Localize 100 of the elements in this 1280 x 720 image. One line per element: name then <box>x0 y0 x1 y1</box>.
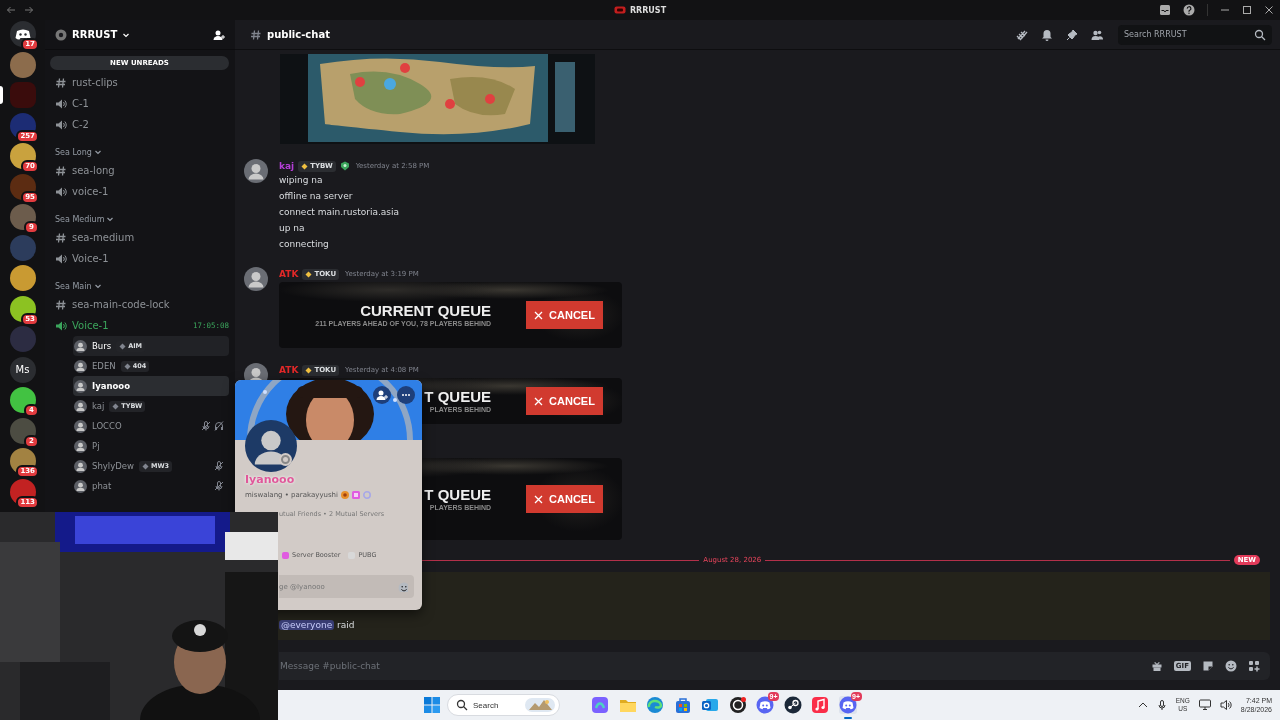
server-icon[interactable] <box>9 204 36 230</box>
user-name: Pj <box>92 441 100 451</box>
search-label: Search <box>473 700 499 710</box>
server-icon[interactable] <box>9 112 36 139</box>
maximize-icon <box>1242 5 1252 15</box>
channel-item[interactable]: Voice-1 <box>55 319 109 332</box>
channel-title: public-chat <box>267 29 330 40</box>
voice-user[interactable]: LOCCO <box>73 416 229 436</box>
hash-icon <box>55 76 67 89</box>
user-name: EDEN <box>92 361 116 371</box>
square-badge-icon <box>352 491 360 499</box>
add-person-icon <box>376 389 388 401</box>
server-icon[interactable] <box>9 417 36 444</box>
diamond-icon <box>141 462 149 470</box>
speaker-icon <box>55 319 67 332</box>
author-name[interactable]: ATK <box>279 269 299 279</box>
diamond-icon <box>301 162 309 170</box>
server-icon[interactable] <box>9 448 36 474</box>
sticker-icon <box>1202 660 1214 672</box>
queue-title: T QUEUE <box>424 485 491 503</box>
server-button[interactable]: Ms <box>9 356 36 383</box>
message-text: @everyone raid <box>279 619 355 632</box>
channel-item[interactable]: voice-1 <box>55 185 109 198</box>
channel-item[interactable]: C-1 <box>55 97 89 110</box>
server-icon[interactable] <box>9 173 36 200</box>
server-icon[interactable] <box>9 295 36 322</box>
category-header[interactable]: Sea Medium <box>55 212 115 226</box>
author-name[interactable]: ATK <box>279 365 299 375</box>
speaker-icon <box>55 97 67 110</box>
queue-title: T QUEUE <box>424 387 491 405</box>
channel-item[interactable]: rust-clips <box>55 76 118 89</box>
gear-icon <box>55 28 67 41</box>
taskbar-app-button[interactable] <box>728 696 747 714</box>
music-note-icon <box>811 696 829 714</box>
swirl-icon <box>591 696 609 714</box>
monitor-icon <box>1198 699 1211 711</box>
hash-icon <box>55 164 67 177</box>
user-name: phat <box>92 481 112 491</box>
add-person-icon <box>213 28 225 41</box>
voice-user[interactable]: phat <box>73 476 229 496</box>
user-name: kaj <box>92 401 105 411</box>
inbox-icon <box>1159 4 1171 16</box>
apps-icon <box>1248 660 1260 672</box>
search-icon <box>1254 28 1266 41</box>
shopping-bag-icon <box>673 696 692 714</box>
diamond-icon <box>305 366 313 374</box>
speaker-icon <box>55 185 67 198</box>
hash-icon <box>250 28 262 41</box>
author-name[interactable]: kaj <box>279 161 295 171</box>
category-header[interactable]: Sea Long <box>55 145 102 159</box>
queue-title: CURRENT QUEUE <box>360 301 491 319</box>
cancel-button[interactable]: CANCEL <box>526 485 603 513</box>
server-name[interactable]: RRRUST <box>72 29 118 40</box>
voice-user[interactable]: Pj <box>73 436 229 456</box>
search-field[interactable]: Search RRRUST <box>1118 24 1272 45</box>
avatar <box>74 359 87 373</box>
channel-item[interactable]: sea-main-code-lock <box>55 298 170 311</box>
server-icon[interactable] <box>9 387 36 413</box>
user-name: ShylyDew <box>92 461 134 471</box>
diamond-icon <box>112 402 120 410</box>
close-icon <box>534 310 544 320</box>
server-icon[interactable] <box>9 143 36 169</box>
avatar <box>74 419 87 433</box>
avatar <box>74 439 87 453</box>
avatar <box>74 399 87 413</box>
channel-item[interactable]: sea-long <box>55 164 115 177</box>
channel-item[interactable]: Voice-1 <box>55 252 109 265</box>
cancel-button[interactable]: CANCEL <box>526 387 603 415</box>
user-name: Burs <box>92 341 112 351</box>
voice-user[interactable]: Iyanooo <box>73 376 229 396</box>
bell-icon <box>1041 28 1053 41</box>
members-icon <box>1091 28 1103 41</box>
mail-icon <box>701 696 719 714</box>
start-button[interactable] <box>423 696 441 714</box>
channel-item[interactable]: sea-medium <box>55 231 135 244</box>
avatar <box>74 459 87 473</box>
diamond-icon <box>123 362 131 370</box>
active-indicator <box>843 717 852 719</box>
category-header[interactable]: Sea Main <box>55 279 102 293</box>
search-icon <box>456 699 468 711</box>
server-icon[interactable] <box>9 265 36 291</box>
avatar <box>245 420 297 472</box>
close-icon <box>534 494 544 504</box>
window-title: RRRUST <box>629 5 667 15</box>
home-button[interactable] <box>9 21 36 47</box>
mention-link[interactable]: @everyone <box>279 620 335 630</box>
round-badge-icon <box>341 491 349 499</box>
cancel-button[interactable]: CANCEL <box>526 301 603 329</box>
caret-icon <box>106 215 115 223</box>
close-icon <box>534 396 544 406</box>
help-icon <box>1183 4 1195 16</box>
ring-icon <box>728 696 747 714</box>
speaker-icon <box>55 252 67 265</box>
more-icon <box>401 391 411 399</box>
pin-icon <box>1066 28 1078 41</box>
taskbar-app-button[interactable] <box>783 696 802 714</box>
message-text: wiping na <box>279 174 324 187</box>
avatar <box>244 159 268 183</box>
taskbar-search-field[interactable]: Search <box>447 694 560 716</box>
channel-item[interactable]: C-2 <box>55 118 89 131</box>
